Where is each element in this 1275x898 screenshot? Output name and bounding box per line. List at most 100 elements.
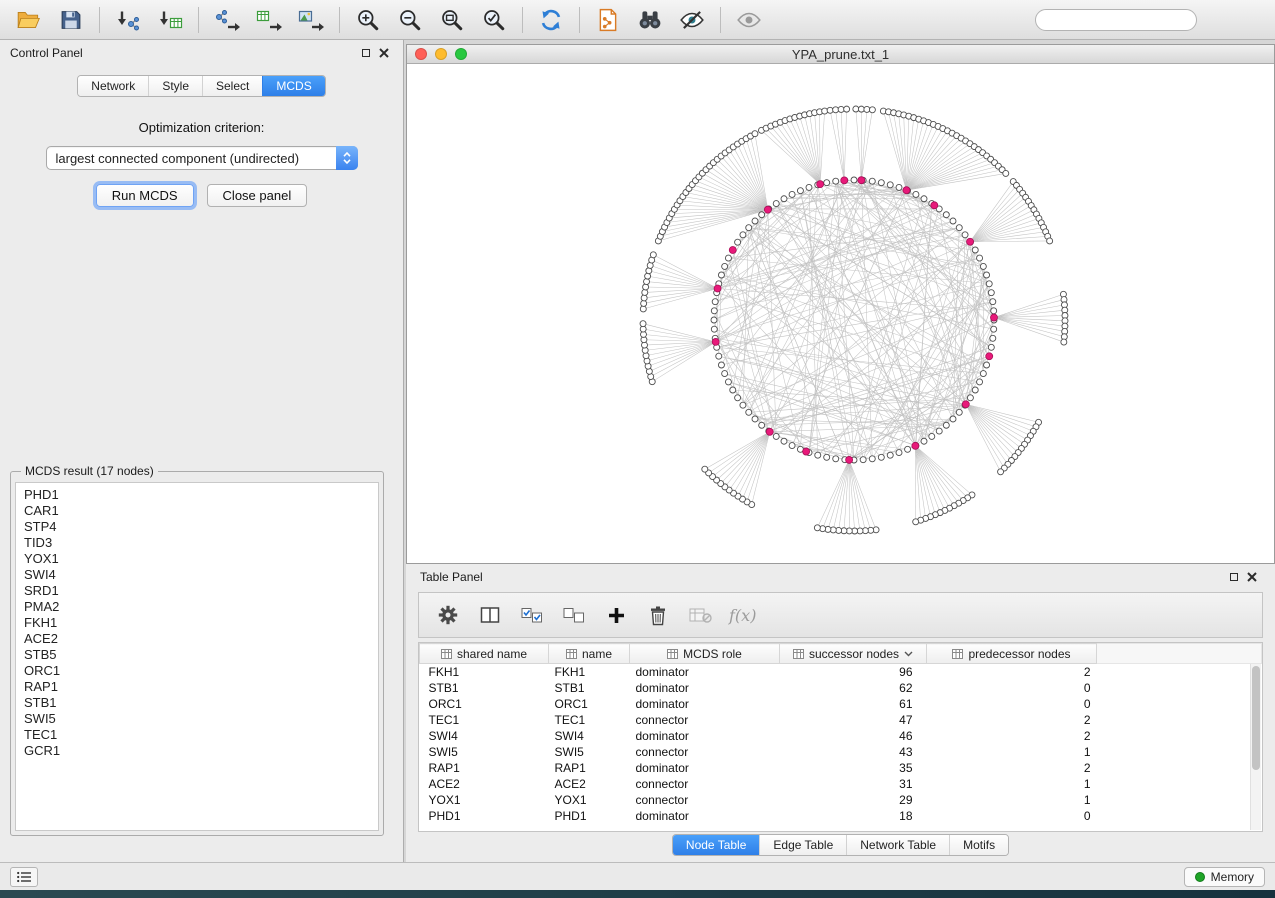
- export-image-icon: [298, 8, 324, 32]
- mcds-result-item[interactable]: SWI5: [24, 711, 370, 727]
- tab-motifs[interactable]: Motifs: [949, 835, 1008, 855]
- mcds-result-item[interactable]: SRD1: [24, 583, 370, 599]
- attribute-icon: [566, 649, 577, 659]
- import-table-icon: [157, 8, 183, 32]
- attribute-icon: [441, 649, 452, 659]
- mcds-result-item[interactable]: ORC1: [24, 663, 370, 679]
- mcds-result-item[interactable]: RAP1: [24, 679, 370, 695]
- birds-eye-view-button[interactable]: [728, 4, 770, 36]
- table-row[interactable]: TEC1TEC1connector472: [420, 712, 1262, 728]
- mcds-result-item[interactable]: YOX1: [24, 551, 370, 567]
- export-image-button[interactable]: [290, 4, 332, 36]
- table-header-row: shared name name MCDS: [420, 644, 1262, 664]
- show-log-console-button[interactable]: [10, 867, 38, 887]
- memory-status-icon: [1195, 872, 1205, 882]
- select-all-button[interactable]: [515, 598, 549, 632]
- column-header-shared-name[interactable]: shared name: [420, 644, 549, 664]
- search-input[interactable]: [1049, 13, 1204, 27]
- tab-node-table[interactable]: Node Table: [673, 835, 760, 855]
- column-header-mcds-role[interactable]: MCDS role: [630, 644, 780, 664]
- table-row[interactable]: STB1STB1dominator620: [420, 680, 1262, 696]
- network-window-titlebar: YPA_prune.txt_1: [407, 45, 1274, 64]
- column-header-successor-nodes[interactable]: successor nodes: [780, 644, 927, 664]
- close-panel-icon-button[interactable]: [375, 45, 393, 61]
- mcds-result-list[interactable]: PHD1CAR1STP4TID3YOX1SWI4SRD1PMA2FKH1ACE2…: [15, 482, 379, 831]
- import-table-button[interactable]: [149, 4, 191, 36]
- network-canvas[interactable]: [407, 64, 1274, 563]
- eye-icon: [736, 8, 762, 32]
- eye-slash-icon: [679, 8, 705, 32]
- table-settings-button[interactable]: [431, 598, 465, 632]
- close-table-panel-button[interactable]: [1243, 569, 1261, 585]
- zoom-in-button[interactable]: [347, 4, 389, 36]
- tab-network-table[interactable]: Network Table: [846, 835, 949, 855]
- mcds-result-item[interactable]: GCR1: [24, 743, 370, 759]
- mcds-result-item[interactable]: STP4: [24, 519, 370, 535]
- add-row-button[interactable]: [599, 598, 633, 632]
- close-panel-button[interactable]: Close panel: [207, 184, 308, 207]
- delete-row-button[interactable]: [641, 598, 675, 632]
- tab-network[interactable]: Network: [78, 76, 148, 96]
- node-table: shared name name MCDS: [418, 642, 1263, 832]
- mcds-result-item[interactable]: PHD1: [24, 487, 370, 503]
- export-table-button[interactable]: [248, 4, 290, 36]
- column-header-filler: [1097, 644, 1262, 664]
- tab-edge-table[interactable]: Edge Table: [759, 835, 846, 855]
- mcds-result-title: MCDS result (17 nodes): [21, 464, 158, 478]
- new-network-from-selection-button[interactable]: [587, 4, 629, 36]
- mcds-result-item[interactable]: TID3: [24, 535, 370, 551]
- column-header-predecessor-nodes[interactable]: predecessor nodes: [927, 644, 1097, 664]
- table-row[interactable]: ACE2ACE2connector311: [420, 776, 1262, 792]
- zoom-out-button[interactable]: [389, 4, 431, 36]
- mcds-result-item[interactable]: TEC1: [24, 727, 370, 743]
- mcds-result-item[interactable]: SWI4: [24, 567, 370, 583]
- show-hide-graphics-button[interactable]: [671, 4, 713, 36]
- deselect-all-button[interactable]: [557, 598, 591, 632]
- run-mcds-button[interactable]: Run MCDS: [96, 184, 194, 207]
- table-row[interactable]: PHD1PHD1dominator180: [420, 808, 1262, 824]
- table-row[interactable]: SWI4SWI4dominator462: [420, 728, 1262, 744]
- search-modules-button[interactable]: [629, 4, 671, 36]
- zoom-fit-button[interactable]: [431, 4, 473, 36]
- table-row[interactable]: ORC1ORC1dominator610: [420, 696, 1262, 712]
- show-columns-button[interactable]: [473, 598, 507, 632]
- tab-select[interactable]: Select: [202, 76, 262, 96]
- import-network-button[interactable]: [107, 4, 149, 36]
- control-panel-title: Control Panel: [10, 46, 83, 60]
- float-table-panel-button[interactable]: [1225, 569, 1243, 585]
- open-button[interactable]: [8, 4, 50, 36]
- sort-chevron-icon: [904, 651, 913, 657]
- float-panel-button[interactable]: [357, 45, 375, 61]
- refresh-button[interactable]: [530, 4, 572, 36]
- search-box[interactable]: [1035, 9, 1197, 31]
- table-row[interactable]: YOX1YOX1connector291: [420, 792, 1262, 808]
- criterion-dropdown[interactable]: largest connected component (undirected): [46, 146, 358, 170]
- mcds-result-item[interactable]: FKH1: [24, 615, 370, 631]
- column-header-name[interactable]: name: [549, 644, 630, 664]
- tab-style[interactable]: Style: [148, 76, 202, 96]
- function-builder-button[interactable]: f(x): [725, 606, 760, 625]
- float-icon: [362, 49, 370, 57]
- mcds-result-item[interactable]: PMA2: [24, 599, 370, 615]
- table-row[interactable]: FKH1FKH1dominator962: [420, 664, 1262, 680]
- mcds-result-item[interactable]: ACE2: [24, 631, 370, 647]
- close-icon: [1247, 572, 1257, 582]
- table-row[interactable]: RAP1RAP1dominator352: [420, 760, 1262, 776]
- mcds-result-item[interactable]: CAR1: [24, 503, 370, 519]
- float-icon: [1230, 573, 1238, 581]
- save-button[interactable]: [50, 4, 92, 36]
- table-panel-title: Table Panel: [420, 570, 483, 584]
- memory-button[interactable]: Memory: [1184, 867, 1265, 887]
- tab-mcds[interactable]: MCDS: [262, 76, 324, 96]
- hide-selected-button[interactable]: [683, 598, 717, 632]
- memory-label: Memory: [1211, 870, 1254, 884]
- network-file-icon: [596, 8, 620, 32]
- mcds-result-item[interactable]: STB1: [24, 695, 370, 711]
- scrollbar-thumb[interactable]: [1252, 666, 1260, 770]
- export-network-button[interactable]: [206, 4, 248, 36]
- import-network-icon: [115, 8, 141, 32]
- table-row[interactable]: SWI5SWI5connector431: [420, 744, 1262, 760]
- mcds-result-item[interactable]: STB5: [24, 647, 370, 663]
- table-scrollbar[interactable]: [1250, 664, 1261, 830]
- zoom-selected-button[interactable]: [473, 4, 515, 36]
